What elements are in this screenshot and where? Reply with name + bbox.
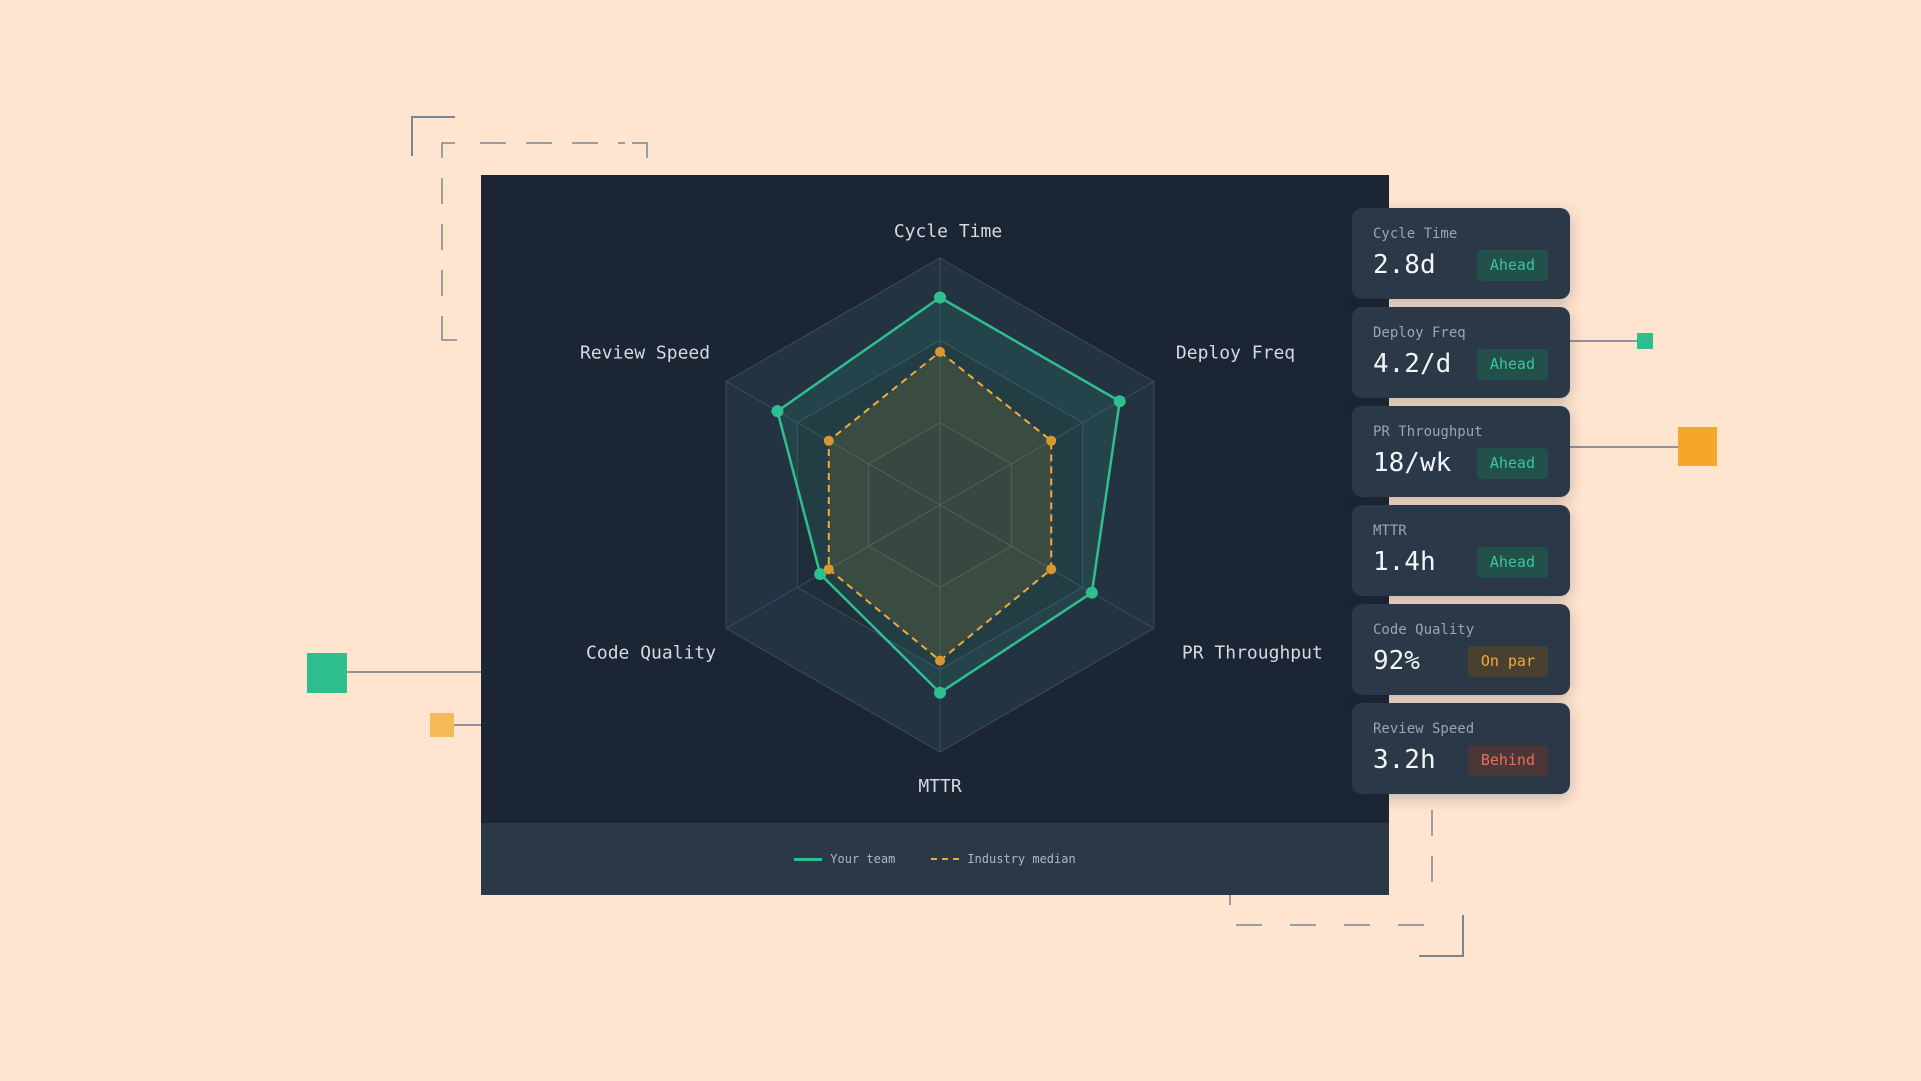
metric-card-code-quality[interactable]: Code Quality 92% On par xyxy=(1352,604,1570,695)
legend-swatch-team xyxy=(794,857,823,861)
series-median-point-code-quality xyxy=(823,564,834,575)
legend-label-team: Your team xyxy=(830,852,896,866)
metric-value: 18/wk xyxy=(1373,448,1452,478)
metric-value: 92% xyxy=(1373,646,1420,676)
axis-label-pr-throughput: PR Throughput xyxy=(1182,643,1323,664)
axis-label-review-speed: Review Speed xyxy=(580,343,710,364)
green-square-marker-small xyxy=(1637,333,1653,349)
status-badge: Behind xyxy=(1467,745,1548,776)
status-badge: Ahead xyxy=(1476,547,1548,578)
metric-cards: Cycle Time 2.8d Ahead Deploy Freq 4.2/d … xyxy=(1352,208,1570,802)
metric-label: Deploy Freq xyxy=(1373,325,1466,341)
metric-card-deploy-freq[interactable]: Deploy Freq 4.2/d Ahead xyxy=(1352,307,1570,398)
orange-square-marker-large xyxy=(1678,427,1717,466)
status-badge: On par xyxy=(1467,646,1548,677)
legend-item-median: Industry median xyxy=(931,852,1076,866)
metric-label: MTTR xyxy=(1373,523,1407,539)
axis-label-cycle-time: Cycle Time xyxy=(894,221,1002,242)
metric-label: Review Speed xyxy=(1373,721,1475,737)
axis-label-mttr: MTTR xyxy=(918,776,962,797)
axis-label-code-quality: Code Quality xyxy=(586,643,716,664)
metric-label: Code Quality xyxy=(1373,622,1475,638)
radar-chart: Cycle Time Deploy Freq PR Throughput MTTR Co… xyxy=(580,221,1323,797)
metric-value: 4.2/d xyxy=(1373,349,1452,379)
metric-value: 1.4h xyxy=(1373,547,1436,577)
series-team-point-pr-throughput xyxy=(1085,586,1098,599)
metric-label: Cycle Time xyxy=(1373,226,1458,242)
legend-label-median: Industry median xyxy=(967,852,1076,866)
series-team-point-review-speed xyxy=(771,405,784,418)
series-team-point-deploy-freq xyxy=(1113,395,1126,408)
series-team-point-mttr xyxy=(934,686,946,699)
metric-value: 3.2h xyxy=(1373,745,1436,775)
status-badge: Ahead xyxy=(1476,250,1548,281)
metric-card-cycle-time[interactable]: Cycle Time 2.8d Ahead xyxy=(1352,208,1570,299)
status-badge: Ahead xyxy=(1476,448,1548,479)
legend-item-team: Your team xyxy=(794,852,895,866)
axis-label-deploy-freq: Deploy Freq xyxy=(1176,343,1295,364)
series-median-point-review-speed xyxy=(823,435,834,446)
series-median-point-cycle-time xyxy=(935,346,945,357)
series-team-point-cycle-time xyxy=(934,291,946,304)
orange-square-marker xyxy=(430,713,454,737)
legend-swatch-median xyxy=(931,858,960,860)
metric-card-pr-throughput[interactable]: PR Throughput 18/wk Ahead xyxy=(1352,406,1570,497)
metric-card-mttr[interactable]: MTTR 1.4h Ahead xyxy=(1352,505,1570,596)
series-median-point-mttr xyxy=(935,655,945,666)
metric-value: 2.8d xyxy=(1373,250,1436,280)
green-square-marker xyxy=(307,653,347,693)
series-median-point-deploy-freq xyxy=(1046,435,1057,446)
radar-chart-panel: Cycle Time Deploy Freq PR Throughput MTTR Co… xyxy=(481,175,1389,895)
metric-card-review-speed[interactable]: Review Speed 3.2h Behind xyxy=(1352,703,1570,794)
metric-label: PR Throughput xyxy=(1373,424,1483,440)
series-median-point-pr-throughput xyxy=(1046,564,1057,575)
status-badge: Ahead xyxy=(1476,349,1548,380)
chart-legend: Your team Industry median xyxy=(481,823,1389,895)
